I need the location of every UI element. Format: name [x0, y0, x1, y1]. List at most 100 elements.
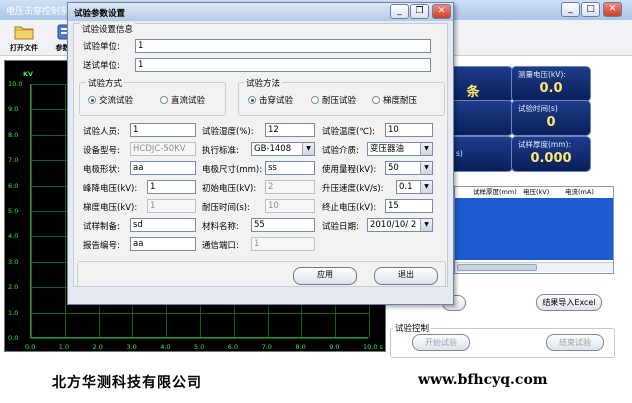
model-input[interactable]: HCDJC-50KV	[130, 142, 196, 156]
plot-y-tick: 7.0	[8, 156, 19, 165]
humidity-input[interactable]: 12	[265, 123, 315, 137]
test-params-dialog: 试验参数设置 _ ❐ ✕ 试验设置信息 试验单位: 1 送试单位: 1 试验方式…	[67, 2, 454, 305]
readout-voltage-label: 测量电压(kV):	[518, 70, 566, 79]
medium-select-value: 变压器油	[370, 144, 405, 154]
plot-y-tick: 0.0	[8, 334, 19, 342]
grid-selected-rows[interactable]	[455, 198, 613, 260]
dc-test-radio[interactable]	[160, 96, 168, 104]
withstand-time-input[interactable]: 10	[265, 199, 315, 213]
footer-url: www.bfhcyq.com	[418, 372, 548, 388]
breakdown-test-label[interactable]: 击穿试验	[259, 94, 293, 106]
plot-y-tick: 10.0	[8, 80, 23, 88]
open-file-label: 打开文件	[10, 44, 38, 52]
initial-voltage-input[interactable]: 2	[265, 180, 315, 194]
personnel-label: 试验人员:	[83, 127, 120, 137]
readout-time-label: 试验时间(s)	[518, 104, 558, 113]
comm-port-input[interactable]: 1	[251, 237, 315, 251]
breakdown-test-radio[interactable]	[248, 96, 256, 104]
report-no-label: 报告编号:	[83, 241, 120, 251]
plot-y-tick: 1.0	[8, 308, 19, 317]
sample-prep-label: 试样制备:	[83, 222, 120, 232]
test-unit-input[interactable]: 1	[135, 39, 431, 53]
folder-icon	[14, 26, 34, 40]
personnel-input[interactable]: 1	[130, 123, 196, 137]
footer-company: 北方华测科技有限公司	[52, 375, 202, 391]
dialog-minimize-icon[interactable]: _	[390, 4, 409, 19]
peak-drop-label: 峰降电压(kV):	[83, 184, 138, 194]
main-close-icon[interactable]: ✕	[603, 2, 622, 17]
test-date-picker[interactable]: 2010/10/ 2 ▼	[367, 218, 433, 232]
main-maximize-icon[interactable]: □	[581, 2, 600, 17]
material-input[interactable]: 55	[251, 218, 315, 232]
plot-x-tick: 9.0	[329, 343, 340, 351]
readout-partial-label: s)	[456, 149, 463, 158]
plot-x-tick: 5.0	[194, 343, 205, 351]
temperature-input[interactable]: 10	[385, 123, 433, 137]
range-select-value: 50	[388, 163, 399, 173]
model-label: 设备型号:	[83, 146, 120, 156]
gradient-withstand-radio[interactable]	[372, 96, 380, 104]
plot-x-tick: 6.0	[227, 343, 239, 351]
report-no-input[interactable]: aa	[130, 237, 196, 251]
open-file-button[interactable]: 打开文件	[2, 22, 46, 54]
medium-select[interactable]: 变压器油 ▼	[367, 142, 433, 156]
dialog-close-icon[interactable]: ✕	[432, 4, 451, 19]
ramp-speed-select-value: 0.1	[399, 182, 413, 192]
info-group-label: 试验设置信息	[80, 23, 136, 35]
gradient-withstand-label[interactable]: 梯度耐压	[383, 94, 417, 106]
plot-x-tick: 1.0	[58, 343, 70, 351]
withstand-time-label: 耐压时间(s):	[202, 203, 250, 213]
end-voltage-label: 终止电压(kV):	[322, 203, 377, 213]
dialog-title: 试验参数设置	[74, 9, 126, 19]
withstand-test-label[interactable]: 耐压试验	[322, 94, 356, 106]
sample-prep-input[interactable]: sd	[130, 218, 196, 232]
peak-drop-input[interactable]: 1	[147, 180, 196, 194]
apply-button[interactable]: 应用	[293, 267, 357, 285]
main-window-title: 电压击穿控制系	[6, 7, 70, 17]
results-grid[interactable]: 试样厚度(mm) 电压(kV) 电流(mA)	[454, 186, 614, 274]
test-control-label: 试验控制	[393, 322, 432, 334]
test-date-label: 试验日期:	[322, 222, 359, 232]
send-unit-input[interactable]: 1	[135, 58, 431, 72]
range-select[interactable]: 50 ▼	[385, 161, 433, 175]
start-test-button[interactable]: 开始试验	[412, 334, 470, 351]
ramp-speed-select[interactable]: 0.1 ▼	[396, 180, 433, 194]
ac-test-label[interactable]: 交流试验	[99, 94, 133, 106]
humidity-label: 试验湿度(%):	[202, 127, 254, 137]
readout-time-value: 0	[546, 115, 556, 130]
gradient-voltage-input[interactable]: 1	[147, 199, 196, 213]
grid-scroll-thumb[interactable]	[457, 264, 537, 271]
end-voltage-input[interactable]: 15	[385, 199, 433, 213]
standard-select[interactable]: GB-1408 ▼	[251, 142, 315, 156]
test-mode-label: 试验方式	[86, 77, 125, 89]
chevron-down-icon[interactable]: ▼	[302, 143, 314, 155]
exit-button[interactable]: 退出	[374, 267, 438, 285]
electrode-size-input[interactable]: ss	[265, 161, 315, 175]
withstand-test-radio[interactable]	[311, 96, 319, 104]
plot-x-tick: 7.0	[261, 343, 272, 351]
plot-y-tick: 6.0	[8, 181, 19, 190]
material-label: 材料名称:	[202, 222, 239, 232]
readout-thickness-value: 0.000	[530, 151, 572, 166]
chevron-down-icon[interactable]: ▼	[420, 181, 432, 193]
readout-voltage: 测量电压(kV): 0.0	[511, 66, 591, 102]
electrode-shape-input[interactable]: aa	[130, 161, 196, 175]
dialog-restore-icon[interactable]: ❐	[410, 4, 429, 19]
main-minimize-icon[interactable]: _	[561, 2, 580, 17]
comm-port-label: 通信端口:	[202, 241, 239, 251]
plot-x-tick: 2.0	[92, 343, 103, 351]
test-unit-label: 试验单位:	[83, 42, 120, 52]
test-date-value: 2010/10/ 2	[370, 220, 417, 230]
stop-test-button[interactable]: 结束试验	[546, 334, 604, 351]
export-excel-button[interactable]: 结果导入Excel	[536, 294, 602, 311]
chevron-down-icon[interactable]: ▼	[420, 143, 432, 155]
plot-y-unit: KV	[23, 70, 34, 78]
electrode-size-label: 电极尺寸(mm):	[202, 165, 263, 175]
chevron-down-icon[interactable]: ▼	[420, 219, 432, 231]
ac-test-radio[interactable]	[88, 96, 96, 104]
dc-test-label[interactable]: 直流试验	[171, 94, 205, 106]
chevron-down-icon[interactable]: ▼	[420, 162, 432, 174]
plot-x-tick: 10.0 s	[363, 343, 383, 351]
grid-scrollbar[interactable]	[455, 262, 613, 272]
electrode-shape-label: 电极形状:	[83, 165, 120, 175]
